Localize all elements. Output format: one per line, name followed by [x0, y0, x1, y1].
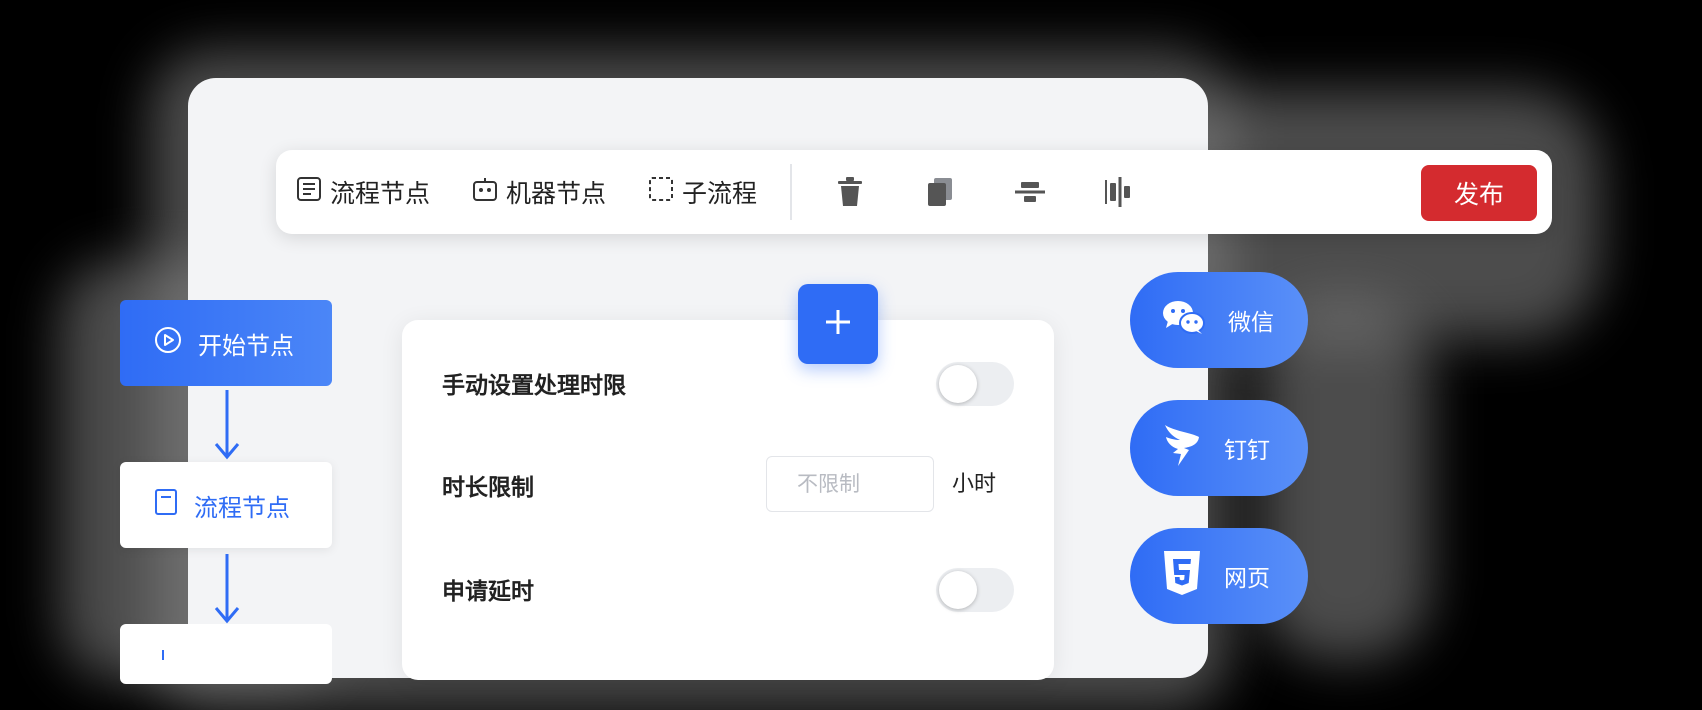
robot-icon: [472, 176, 498, 208]
toolbar: 流程节点 机器节点 子流程 发布: [276, 150, 1552, 234]
manual-limit-label: 手动设置处理时限: [442, 373, 626, 399]
flow-arrow: [214, 390, 240, 464]
channel-label: 钉钉: [1224, 438, 1270, 464]
flow-node-start[interactable]: 开始节点: [120, 300, 332, 386]
channel-label: 微信: [1228, 310, 1274, 336]
copy-icon[interactable]: [924, 176, 956, 208]
wechat-icon: [1162, 299, 1206, 341]
channel-dingtalk[interactable]: 钉钉: [1130, 400, 1308, 496]
html5-icon: [1162, 550, 1202, 602]
channel-web[interactable]: 网页: [1130, 528, 1308, 624]
flow-node-label: 开始节点: [198, 331, 294, 360]
plus-icon: [825, 309, 851, 339]
toolbar-item-label: 机器节点: [506, 179, 607, 208]
duration-unit: 小时: [952, 472, 997, 497]
toolbar-item-label: 流程节点: [330, 179, 431, 208]
publish-button[interactable]: 发布: [1421, 165, 1537, 221]
dingtalk-icon: [1162, 423, 1202, 473]
align-middle-icon[interactable]: [1104, 176, 1136, 208]
toolbar-item-label: 子流程: [682, 179, 758, 208]
toolbar-item-subprocess[interactable]: 子流程: [648, 150, 757, 234]
add-node-button[interactable]: [798, 284, 878, 364]
align-center-icon[interactable]: [1014, 176, 1046, 208]
node-icon-fragment: [162, 650, 164, 660]
form-icon: [296, 176, 322, 208]
toggle-knob: [939, 571, 977, 609]
manual-limit-toggle[interactable]: [936, 362, 1014, 406]
trash-icon[interactable]: [834, 176, 866, 208]
extension-label: 申请延时: [442, 579, 534, 605]
toggle-knob: [939, 365, 977, 403]
dashed-square-icon: [648, 176, 674, 208]
flow-node-next[interactable]: [120, 624, 332, 684]
toolbar-item-flow-node[interactable]: 流程节点: [296, 150, 430, 234]
flow-node-process[interactable]: 流程节点: [120, 462, 332, 548]
settings-card: 手动设置处理时限 时长限制 小时 申请延时: [402, 320, 1054, 680]
document-icon: [154, 488, 178, 522]
extension-toggle[interactable]: [936, 568, 1014, 612]
toolbar-divider: [790, 164, 792, 220]
channel-wechat[interactable]: 微信: [1130, 272, 1308, 368]
play-circle-icon: [154, 326, 182, 360]
toolbar-item-machine-node[interactable]: 机器节点: [472, 150, 606, 234]
duration-input[interactable]: [766, 456, 934, 512]
duration-label: 时长限制: [442, 475, 534, 501]
flow-arrow: [214, 554, 240, 628]
flow-node-label: 流程节点: [194, 493, 290, 522]
channel-label: 网页: [1224, 566, 1270, 592]
